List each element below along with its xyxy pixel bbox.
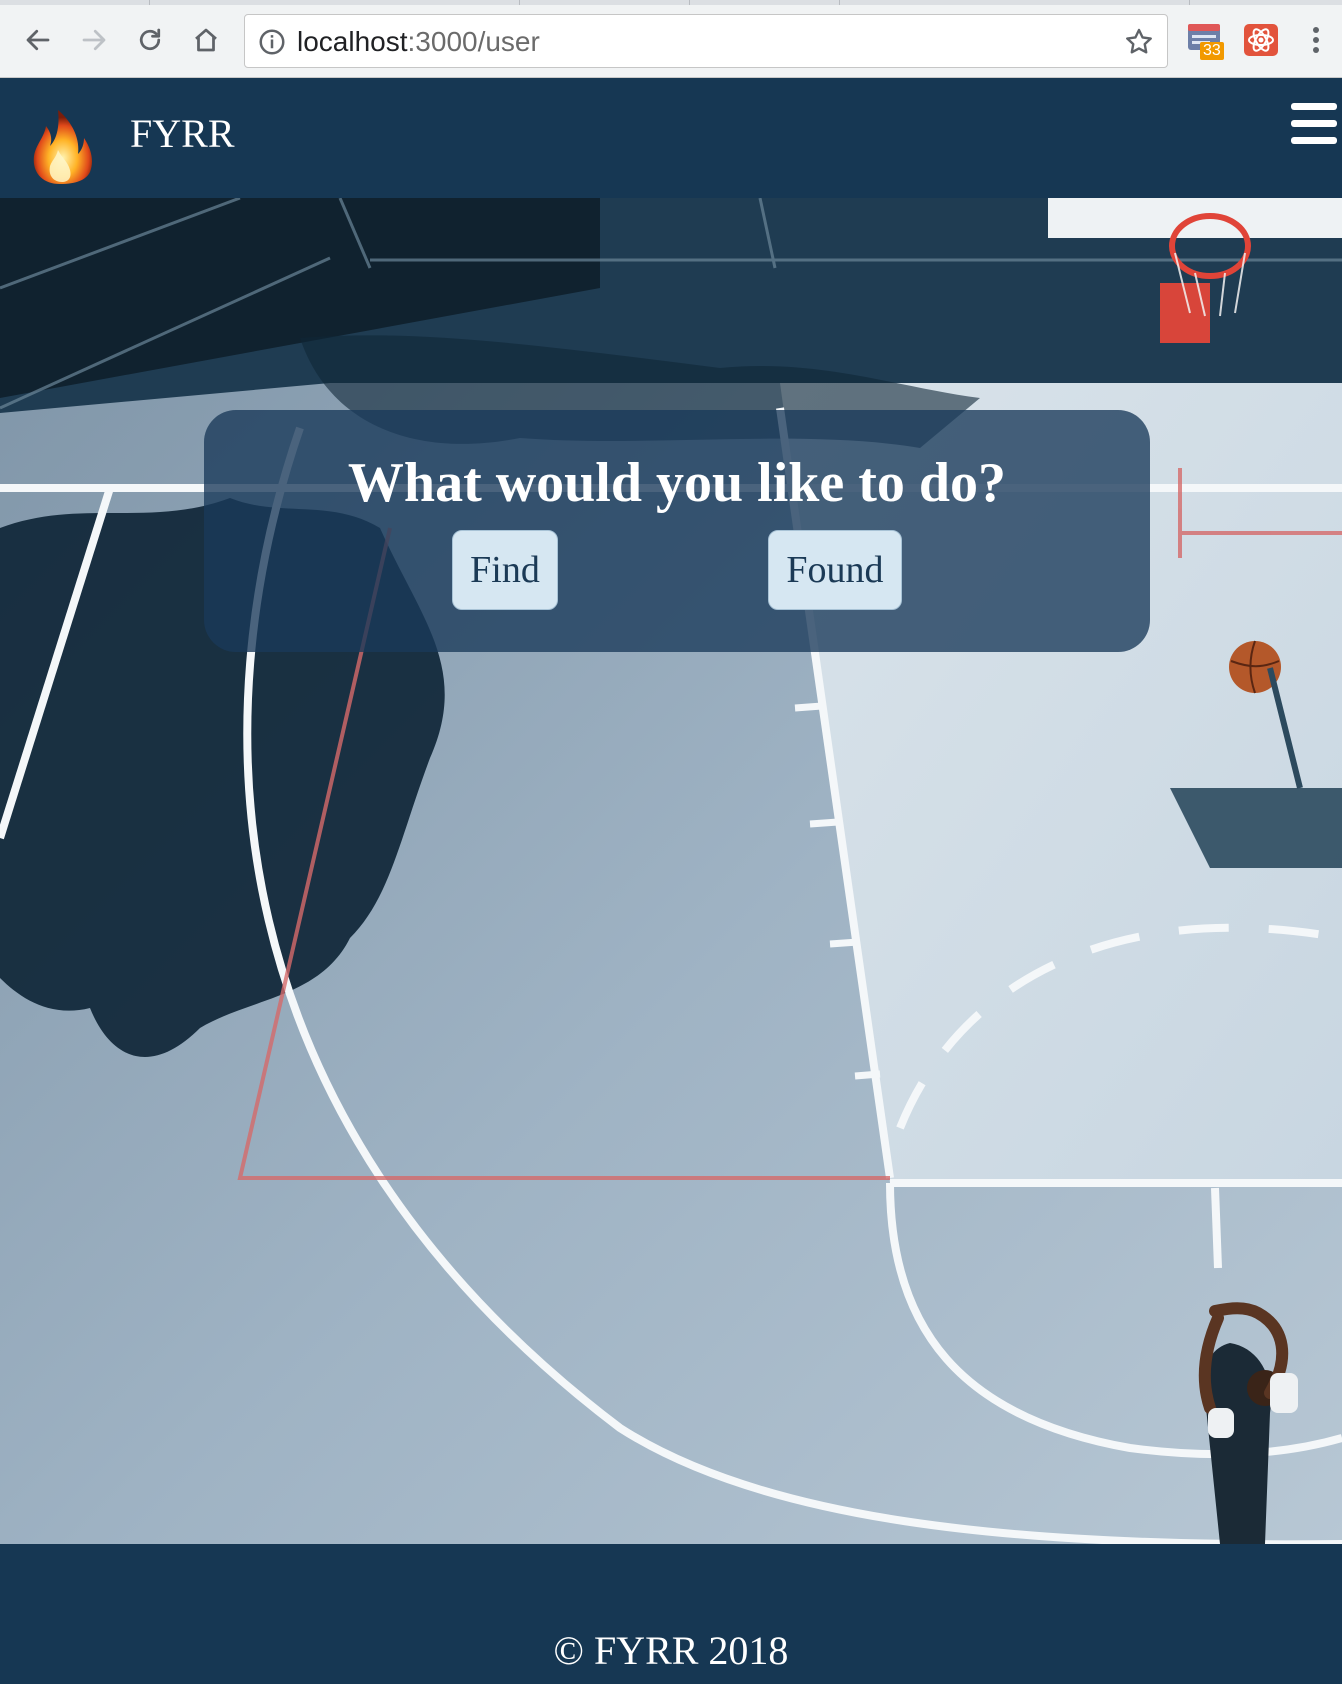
hamburger-bar (1291, 120, 1337, 127)
tab-strip (0, 0, 1342, 5)
home-button[interactable] (186, 20, 226, 60)
action-prompt-heading: What would you like to do? (347, 452, 1007, 514)
hamburger-bar (1291, 137, 1337, 144)
url-text[interactable]: localhost:3000/user (297, 25, 540, 59)
flame-logo-icon[interactable] (22, 88, 100, 188)
browser-menu-button[interactable] (1296, 20, 1336, 60)
extension-button[interactable]: 33 (1186, 20, 1226, 60)
hamburger-menu-button[interactable] (1291, 103, 1339, 145)
reload-button[interactable] (130, 20, 170, 60)
found-button[interactable]: Found (768, 530, 902, 610)
brand-title[interactable]: FYRR (130, 106, 235, 162)
kebab-menu-icon (1313, 27, 1319, 53)
basketball-court-background-image (0, 198, 1342, 1544)
info-icon[interactable] (257, 27, 287, 57)
find-button[interactable]: Find (452, 530, 558, 610)
action-panel: What would you like to do? Find Found (204, 410, 1150, 652)
address-bar[interactable]: localhost:3000/user (244, 14, 1168, 68)
arrow-right-icon (82, 29, 106, 51)
copyright-text: © FYRR 2018 (553, 1628, 789, 1673)
back-button[interactable] (18, 20, 58, 60)
site-navbar: FYRR (0, 78, 1342, 198)
site-footer: © FYRR 2018 (0, 1544, 1342, 1684)
web-page: FYRR What would you like to do? Find Fou… (0, 78, 1342, 1684)
reload-icon (139, 28, 161, 51)
url-host: localhost (297, 26, 408, 57)
forward-button[interactable] (74, 20, 114, 60)
hamburger-bar (1291, 103, 1337, 110)
bookmark-star-icon[interactable] (1123, 26, 1155, 58)
extension-badge: 33 (1200, 42, 1224, 60)
url-path: :3000/user (407, 26, 540, 57)
browser-toolbar: localhost:3000/user 33 (0, 0, 1342, 78)
arrow-left-icon (26, 29, 50, 51)
hero-section: What would you like to do? Find Found (0, 198, 1342, 1544)
react-devtools-button[interactable] (1242, 20, 1282, 60)
home-icon (195, 28, 217, 52)
react-atom-icon (1244, 24, 1278, 56)
